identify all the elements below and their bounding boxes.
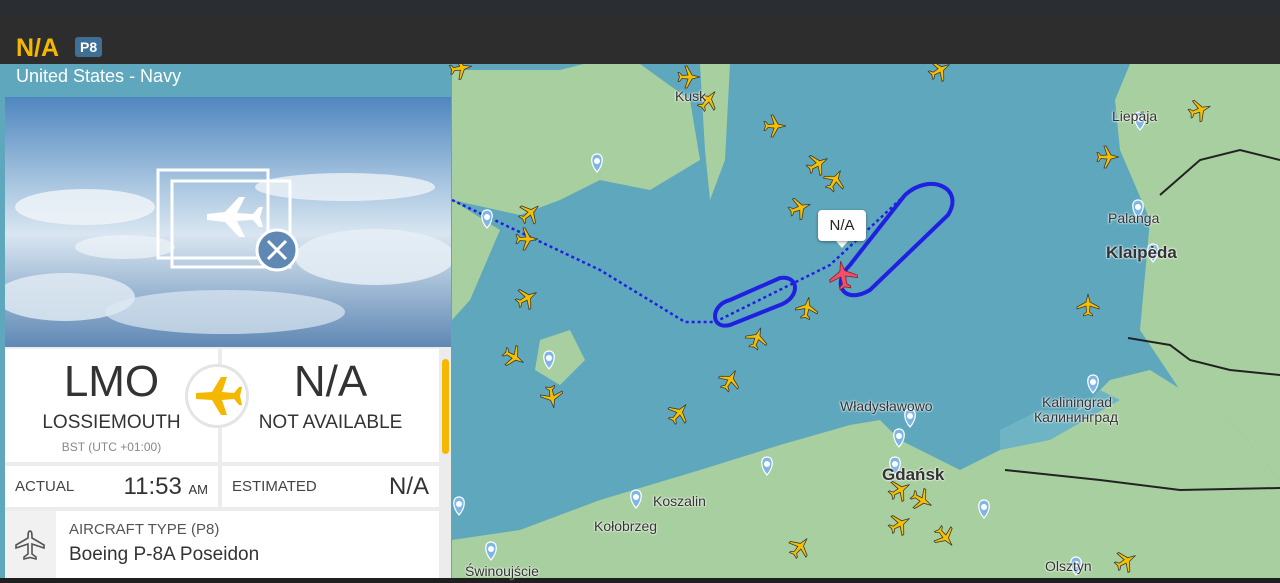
airline-name: United States - Navy xyxy=(16,66,182,86)
origin-box[interactable]: LMO LOSSIEMOUTH BST (UTC +01:00) xyxy=(5,349,218,462)
actual-time-value: 11:53 xyxy=(123,473,182,500)
destination-box[interactable]: N/A NOT AVAILABLE xyxy=(222,349,439,462)
origin-code: LMO xyxy=(63,357,160,406)
no-photo-icon xyxy=(156,168,299,272)
actual-label: ACTUAL xyxy=(15,478,75,495)
map-place-label: Kusk xyxy=(675,88,707,104)
actual-time-row: ACTUAL 11:53 AM xyxy=(5,466,218,507)
actual-time-suffix: AM xyxy=(188,482,209,497)
map-place-label: Koszalin xyxy=(653,493,706,509)
estimated-time: N/A xyxy=(388,473,429,500)
map-place-label: Palanga xyxy=(1108,210,1160,226)
origin-timezone: BST (UTC +01:00) xyxy=(61,440,162,454)
destination-code: N/A xyxy=(293,357,368,406)
top-map-strip xyxy=(0,0,1280,16)
aircraft-type-row[interactable]: AIRCRAFT TYPE (P8) Boeing P-8A Poseidon xyxy=(5,511,439,578)
flight-callsign: N/A xyxy=(16,34,60,62)
map-place-label: Olsztyn xyxy=(1045,558,1092,574)
aircraft-type-label: AIRCRAFT TYPE (P8) xyxy=(69,521,219,538)
panel-scrollbar[interactable] xyxy=(441,349,451,578)
scrollbar-thumb[interactable] xyxy=(442,359,449,454)
map-place-label: Klaipėda xyxy=(1106,243,1177,262)
aircraft-type-label-text: AIRCRAFT TYPE xyxy=(69,521,187,538)
selected-aircraft-label[interactable]: N/A xyxy=(818,210,866,241)
route-plane-icon xyxy=(188,367,246,425)
flight-header: N/A P8 United States - Navy xyxy=(0,16,1280,86)
origin-name: LOSSIEMOUTH xyxy=(42,412,181,433)
map-place-label: Świnoujście xyxy=(465,563,539,579)
destination-name: NOT AVAILABLE xyxy=(258,412,403,433)
map-place-label: Liepāja xyxy=(1112,108,1158,124)
estimated-label: ESTIMATED xyxy=(232,478,317,495)
aircraft-icon xyxy=(5,511,56,578)
map-place-label: Gdańsk xyxy=(882,465,945,484)
aircraft-type-code: (P8) xyxy=(190,521,220,538)
estimated-time-row: ESTIMATED N/A xyxy=(222,466,439,507)
map-place-label: Kaliningrad xyxy=(1042,394,1113,410)
actual-time: 11:53 AM xyxy=(124,473,208,501)
map-place-label: Калининград xyxy=(1034,409,1119,425)
map-place-label: Władysławowo xyxy=(840,398,933,414)
aircraft-type-badge: P8 xyxy=(75,37,103,57)
aircraft-type-name: Boeing P-8A Poseidon xyxy=(69,544,260,565)
aircraft-photo-placeholder[interactable] xyxy=(5,97,451,347)
route-section: LMO LOSSIEMOUTH BST (UTC +01:00) N/A NOT… xyxy=(5,349,439,462)
flight-details-panel: LMO LOSSIEMOUTH BST (UTC +01:00) N/A NOT… xyxy=(5,97,451,578)
map-place-label: Kołobrzeg xyxy=(594,518,658,534)
